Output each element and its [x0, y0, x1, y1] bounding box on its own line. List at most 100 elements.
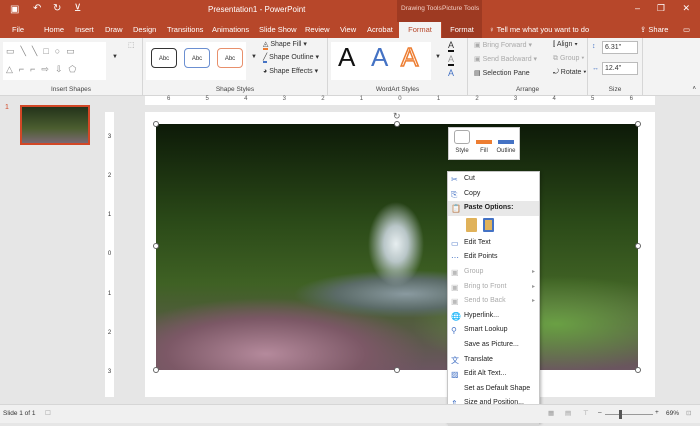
reading-view-icon[interactable]: ⊤ — [583, 409, 589, 417]
menu-item-hyperlink[interactable]: 🌐 Hyperlink... — [448, 309, 539, 324]
paste-keep-formatting-icon[interactable] — [466, 217, 477, 232]
tab-draw[interactable]: Draw — [105, 25, 123, 34]
tab-format-drawing[interactable]: Format — [399, 22, 441, 38]
outline-button[interactable]: Outline — [495, 130, 517, 154]
tab-design[interactable]: Design — [133, 25, 156, 34]
selected-picture[interactable] — [156, 124, 638, 370]
style-preset-blue[interactable]: Abc — [184, 48, 210, 68]
resize-handle[interactable] — [153, 243, 159, 249]
text-effects-icon[interactable]: A — [448, 68, 454, 78]
share-button[interactable]: ⇪ Share — [640, 25, 668, 34]
menu-item-send-to-back[interactable]: ▣ Send to Back ▸ — [448, 294, 539, 309]
shape-effects-button[interactable]: ◕ Shape Effects ▾ — [263, 67, 318, 75]
zoom-slider-thumb[interactable] — [619, 410, 622, 419]
menu-item-label: Edit Text — [464, 238, 491, 246]
tab-format-picture[interactable]: Format — [442, 22, 482, 38]
selection-pane-button[interactable]: ▤ Selection Pane — [474, 69, 530, 77]
undo-icon[interactable]: ↶ — [33, 3, 41, 14]
redo-icon[interactable]: ↻ — [53, 3, 61, 14]
menu-item-edit-alt-text[interactable]: ▨ Edit Alt Text... — [448, 367, 539, 382]
slide-sorter-icon[interactable]: ▤ — [565, 409, 571, 417]
group-button[interactable]: ⧉ Group ▾ — [553, 55, 584, 63]
menu-item-smart-lookup[interactable]: ⚲ Smart Lookup — [448, 323, 539, 338]
ruler-tick: 3 — [107, 368, 112, 375]
text-fill-icon[interactable]: A — [448, 40, 455, 52]
label: Outline — [496, 148, 516, 154]
shape-fill-button[interactable]: ◬ Shape Fill ▾ — [263, 40, 307, 50]
menu-item-translate[interactable]: 文 Translate — [448, 353, 539, 368]
tab-slide-show[interactable]: Slide Show — [259, 25, 297, 34]
present-icon[interactable]: ⊻ — [74, 3, 81, 14]
wordart-orange[interactable]: A — [400, 41, 419, 73]
rotate-icon: ⤾ — [553, 69, 559, 76]
tab-file[interactable]: File — [12, 25, 24, 34]
rotate-button[interactable]: ⤾ Rotate ▾ — [553, 69, 586, 77]
send-backward-button[interactable]: ▣ Send Backward ▾ — [474, 55, 537, 63]
zoom-in-icon[interactable]: + — [655, 409, 659, 416]
menu-item-label: Bring to Front — [464, 282, 507, 290]
slide-thumbnail[interactable] — [20, 105, 90, 145]
bring-to-front-icon: ▣ — [451, 282, 459, 292]
wordart-blue[interactable]: A — [371, 42, 388, 73]
tab-home[interactable]: Home — [44, 25, 64, 34]
menu-item-set-as-default-shape[interactable]: Set as Default Shape — [448, 382, 539, 397]
align-button[interactable]: ⫿ Align ▾ — [553, 41, 578, 49]
width-input[interactable]: 12.4" — [602, 62, 638, 75]
paste-picture-icon[interactable] — [483, 217, 494, 232]
wordart-more-icon[interactable]: ▼ — [435, 54, 441, 60]
tab-animations[interactable]: Animations — [212, 25, 249, 34]
height-input[interactable]: 6.31" — [602, 41, 638, 54]
menu-item-edit-text[interactable]: ▭ Edit Text — [448, 236, 539, 251]
hyperlink-icon: 🌐 — [451, 311, 461, 321]
style-button[interactable]: Style — [451, 130, 473, 154]
menu-item-copy[interactable]: ⎘ Copy — [448, 187, 539, 202]
menu-item-label: Paste Options: — [464, 204, 514, 212]
tell-me-search[interactable]: ♀ Tell me what you want to do — [489, 25, 589, 34]
menu-item-paste-options[interactable] — [448, 216, 539, 236]
normal-view-icon[interactable]: ▦ — [548, 409, 554, 417]
save-icon[interactable]: ▣ — [10, 4, 19, 15]
tab-view[interactable]: View — [340, 25, 356, 34]
ruler-tick: 0 — [398, 96, 402, 102]
zoom-slider[interactable] — [605, 414, 653, 415]
wordart-black[interactable]: A — [338, 42, 355, 73]
tab-insert[interactable]: Insert — [75, 25, 94, 34]
tab-acrobat[interactable]: Acrobat — [367, 25, 393, 34]
style-preset-black[interactable]: Abc — [151, 48, 177, 68]
collapse-ribbon-icon[interactable]: ˄ — [692, 86, 696, 92]
shape-outline-button[interactable]: ╱ Shape Outline ▾ — [263, 53, 319, 63]
resize-handle[interactable] — [153, 367, 159, 373]
restore-icon[interactable]: ❐ — [657, 3, 665, 14]
edit-shape-icon[interactable]: ⬚ — [128, 41, 135, 49]
fit-slide-icon[interactable]: ⊡ — [686, 409, 691, 417]
tab-review[interactable]: Review — [305, 25, 330, 34]
group-label: WordArt Styles — [375, 86, 420, 93]
zoom-out-icon[interactable]: – — [598, 409, 602, 416]
menu-item-bring-to-front[interactable]: ▣ Bring to Front ▸ — [448, 280, 539, 295]
horizontal-ruler: 6 5 4 3 2 1 0 1 2 3 4 5 6 — [145, 96, 655, 105]
spell-check-icon[interactable]: ☐ — [45, 409, 51, 417]
shapes-gallery[interactable]: ▭╲╲□○▭ △⌐⌐⇨⇩⬠ — [3, 42, 106, 80]
bring-forward-button[interactable]: ▣ Bring Forward ▾ — [474, 41, 532, 49]
menu-item-save-as-picture[interactable]: Save as Picture... — [448, 338, 539, 353]
resize-handle[interactable] — [635, 121, 641, 127]
resize-handle[interactable] — [153, 121, 159, 127]
zoom-level[interactable]: 69% — [666, 410, 679, 417]
tell-me-text: Tell me what you want to do — [496, 25, 590, 34]
resize-handle[interactable] — [394, 121, 400, 127]
menu-item-edit-points[interactable]: ⋯ Edit Points — [448, 250, 539, 265]
styles-more-icon[interactable]: ▼ — [251, 54, 257, 60]
close-icon[interactable]: ✕ — [682, 3, 690, 14]
resize-handle[interactable] — [394, 367, 400, 373]
text-outline-icon[interactable]: A — [448, 54, 455, 66]
minimize-icon[interactable]: – — [635, 3, 640, 13]
menu-item-cut[interactable]: ✂ Cut — [448, 172, 539, 187]
gallery-more-icon[interactable]: ▼ — [112, 54, 118, 60]
menu-item-group[interactable]: ▣ Group ▸ — [448, 265, 539, 280]
resize-handle[interactable] — [635, 367, 641, 373]
comments-icon[interactable]: ▭ — [683, 25, 690, 34]
fill-button[interactable]: Fill — [473, 130, 495, 154]
resize-handle[interactable] — [635, 243, 641, 249]
tab-transitions[interactable]: Transitions — [167, 25, 203, 34]
style-preset-orange[interactable]: Abc — [217, 48, 243, 68]
